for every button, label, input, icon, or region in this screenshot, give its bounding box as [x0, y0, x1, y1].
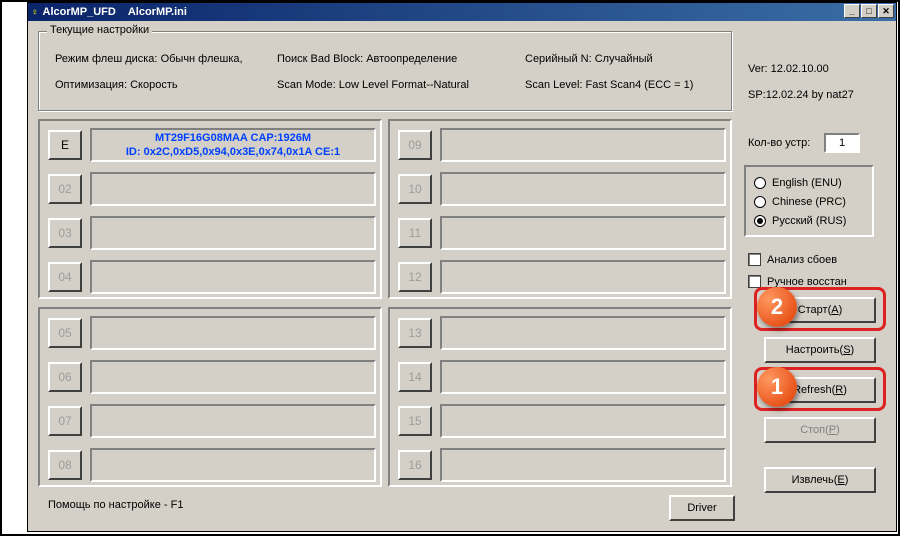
- serial: Серийный N: Случайный: [525, 46, 695, 72]
- scan-mode: Scan Mode: Low Level Format--Natural: [277, 72, 525, 98]
- servicepack-label: SP:12.02.24 by nat27: [748, 89, 854, 101]
- callout-badge-1: 1: [757, 367, 797, 407]
- slot-06: 06: [48, 358, 376, 396]
- driver-button[interactable]: Driver: [669, 495, 735, 521]
- eject-button[interactable]: Извлечь(E): [764, 467, 876, 493]
- app-window: ♀ AlcorMP_UFD AlcorMP.ini _ □ ✕ Текущие …: [27, 2, 897, 532]
- slot-button-02[interactable]: 02: [48, 174, 82, 204]
- scan-level: Scan Level: Fast Scan4 (ECC = 1): [525, 72, 695, 98]
- slot-info-05: [90, 316, 376, 350]
- language-group: English (ENU) Chinese (PRC) Русский (RUS…: [744, 165, 874, 237]
- slot-button-16[interactable]: 16: [398, 450, 432, 480]
- title-bar: ♀ AlcorMP_UFD AlcorMP.ini _ □ ✕: [28, 3, 896, 21]
- slot-info-04: [90, 260, 376, 294]
- slot-15: 15: [398, 402, 726, 440]
- slot-button-09[interactable]: 09: [398, 130, 432, 160]
- flash-mode: Режим флеш диска: Обычн флешка,: [55, 46, 277, 72]
- version-label: Ver: 12.02.10.00: [748, 63, 829, 75]
- slot-14: 14: [398, 358, 726, 396]
- manual-recover-check[interactable]: Ручное восстан: [748, 275, 847, 288]
- settings-legend: Текущие настройки: [47, 24, 152, 36]
- slot-info-13: [440, 316, 726, 350]
- slot-panel-3: 05 06 07 08: [38, 307, 382, 487]
- slot-info-02: [90, 172, 376, 206]
- slot-12: 12: [398, 258, 726, 296]
- checkbox-icon: [748, 253, 761, 266]
- slot-info-06: [90, 360, 376, 394]
- slot-info-09: [440, 128, 726, 162]
- optimization: Оптимизация: Скорость: [55, 72, 277, 98]
- slot-info-12: [440, 260, 726, 294]
- slot-button-03[interactable]: 03: [48, 218, 82, 248]
- slot-16: 16: [398, 446, 726, 484]
- slot-13: 13: [398, 314, 726, 352]
- slot-button-01[interactable]: E: [48, 130, 82, 160]
- checkbox-icon: [748, 275, 761, 288]
- maximize-button[interactable]: □: [861, 4, 877, 18]
- slot-05: 05: [48, 314, 376, 352]
- title-file: AlcorMP.ini: [128, 6, 187, 18]
- slot-08: 08: [48, 446, 376, 484]
- slot-info-11: [440, 216, 726, 250]
- slot-button-05[interactable]: 05: [48, 318, 82, 348]
- minimize-button[interactable]: _: [844, 4, 860, 18]
- slot-button-08[interactable]: 08: [48, 450, 82, 480]
- slot-panel-1: E MT29F16G08MAA CAP:1926M ID: 0x2C,0xD5,…: [38, 119, 382, 299]
- device-count-value: 1: [824, 133, 860, 153]
- slot-button-04[interactable]: 04: [48, 262, 82, 292]
- slot-button-06[interactable]: 06: [48, 362, 82, 392]
- slot-info-01: MT29F16G08MAA CAP:1926M ID: 0x2C,0xD5,0x…: [90, 128, 376, 162]
- slot-07: 07: [48, 402, 376, 440]
- title-app: AlcorMP_UFD: [43, 6, 116, 18]
- slot-01: E MT29F16G08MAA CAP:1926M ID: 0x2C,0xD5,…: [48, 126, 376, 164]
- slot-button-07[interactable]: 07: [48, 406, 82, 436]
- slot-panel-2: 09 10 11 12: [388, 119, 732, 299]
- slot-02: 02: [48, 170, 376, 208]
- setup-button[interactable]: Настроить(S): [764, 337, 876, 363]
- lang-ru-row[interactable]: Русский (RUS): [754, 211, 864, 230]
- slot-panel-4: 13 14 15 16: [388, 307, 732, 487]
- slot-button-14[interactable]: 14: [398, 362, 432, 392]
- slot-info-16: [440, 448, 726, 482]
- slot-03: 03: [48, 214, 376, 252]
- slot-info-14: [440, 360, 726, 394]
- slot-button-11[interactable]: 11: [398, 218, 432, 248]
- app-icon: ♀: [31, 7, 39, 18]
- client-area: Текущие настройки Режим флеш диска: Обыч…: [28, 21, 896, 531]
- radio-icon: [754, 215, 766, 227]
- slot-info-08: [90, 448, 376, 482]
- slot-info-03: [90, 216, 376, 250]
- lang-cn-row[interactable]: Chinese (PRC): [754, 192, 864, 211]
- help-hint: Помощь по настройке - F1: [48, 499, 183, 511]
- slot-04: 04: [48, 258, 376, 296]
- slot-11: 11: [398, 214, 726, 252]
- slot-info-07: [90, 404, 376, 438]
- slot-09: 09: [398, 126, 726, 164]
- stop-button[interactable]: Стоп(P): [764, 417, 876, 443]
- slot-info-10: [440, 172, 726, 206]
- slot-button-13[interactable]: 13: [398, 318, 432, 348]
- slot-button-15[interactable]: 15: [398, 406, 432, 436]
- close-button[interactable]: ✕: [878, 4, 894, 18]
- radio-icon: [754, 177, 766, 189]
- badblock: Поиск Bad Block: Автоопределение: [277, 46, 525, 72]
- slot-10: 10: [398, 170, 726, 208]
- current-settings-group: Текущие настройки Режим флеш диска: Обыч…: [38, 31, 732, 111]
- slot-button-12[interactable]: 12: [398, 262, 432, 292]
- lang-en-row[interactable]: English (ENU): [754, 173, 864, 192]
- device-count-label: Кол-во устр:: [748, 137, 810, 149]
- slot-button-10[interactable]: 10: [398, 174, 432, 204]
- slot-info-15: [440, 404, 726, 438]
- radio-icon: [754, 196, 766, 208]
- callout-badge-2: 2: [757, 287, 797, 327]
- crash-analysis-check[interactable]: Анализ сбоев: [748, 253, 837, 266]
